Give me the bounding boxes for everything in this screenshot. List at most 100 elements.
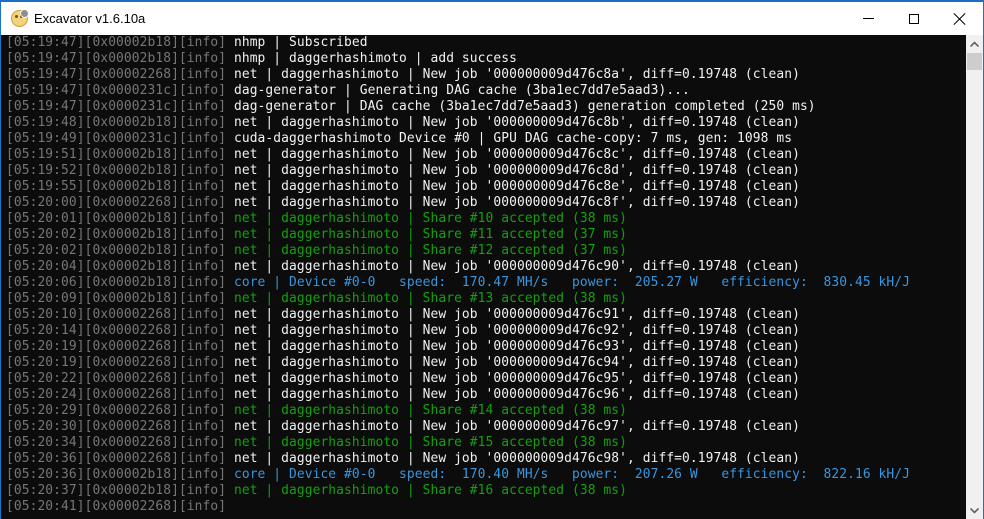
- log-message: net | daggerhashimoto | New job '0000000…: [226, 115, 800, 130]
- log-message: dag-generator | DAG cache (3ba1ec7dd7e5a…: [226, 99, 816, 114]
- log-line: [05:20:36][0x00002268][info] net | dagge…: [1, 451, 966, 467]
- log-line: [05:19:52][0x00002b18][info] net | dagge…: [1, 163, 966, 179]
- chevron-down-icon: [970, 507, 979, 514]
- window-title: Excavator v1.6.10a: [34, 11, 146, 26]
- log-prefix: [05:20:19][0x00002268][info]: [6, 339, 227, 354]
- log-line: [05:19:51][0x00002b18][info] net | dagge…: [1, 147, 966, 163]
- log-line: [05:20:29][0x00002268][info] net | dagge…: [1, 403, 966, 419]
- log-line: [05:20:02][0x00002b18][info] net | dagge…: [1, 227, 966, 243]
- log-message: net | daggerhashimoto | New job '0000000…: [226, 67, 800, 82]
- log-message: net | daggerhashimoto | New job '0000000…: [226, 371, 800, 386]
- log-line: [05:19:47][0x0000231c][info] dag-generat…: [1, 83, 966, 99]
- log-prefix: [05:20:04][0x00002b18][info]: [6, 259, 227, 274]
- log-message: nhmp | Subscribed: [226, 35, 368, 50]
- log-message: net | daggerhashimoto | New job '0000000…: [226, 387, 800, 402]
- log-message: net | daggerhashimoto | New job '0000000…: [226, 147, 800, 162]
- log-prefix: [05:20:29][0x00002268][info]: [6, 403, 227, 418]
- log-message: cuda-daggerhashimoto Device #0 | GPU DAG…: [226, 131, 793, 146]
- log-line: [05:19:47][0x00002268][info] net | dagge…: [1, 67, 966, 83]
- log-message: net | daggerhashimoto | New job '0000000…: [226, 451, 800, 466]
- log-line: [05:20:36][0x00002b18][info] core | Devi…: [1, 467, 966, 483]
- log-line: [05:19:55][0x00002b18][info] net | dagge…: [1, 179, 966, 195]
- log-line: [05:20:06][0x00002b18][info] core | Devi…: [1, 275, 966, 291]
- log-prefix: [05:20:41][0x00002268][info]: [6, 499, 227, 514]
- log-line: [05:20:34][0x00002268][info] net | dagge…: [1, 435, 966, 451]
- title-bar[interactable]: Excavator v1.6.10a: [1, 2, 983, 35]
- log-prefix: [05:20:37][0x00002b18][info]: [6, 483, 227, 498]
- log-message: net | daggerhashimoto | New job '0000000…: [226, 323, 800, 338]
- log-line: [05:19:47][0x0000231c][info] dag-generat…: [1, 99, 966, 115]
- log-line: [05:20:19][0x00002268][info] net | dagge…: [1, 355, 966, 371]
- close-button[interactable]: [937, 2, 983, 35]
- log-prefix: [05:19:47][0x00002b18][info]: [6, 35, 227, 50]
- log-prefix: [05:20:06][0x00002b18][info]: [6, 275, 227, 290]
- log-message: net | daggerhashimoto | New job '0000000…: [226, 355, 800, 370]
- log-line: [05:20:24][0x00002268][info] net | dagge…: [1, 387, 966, 403]
- log-prefix: [05:20:10][0x00002268][info]: [6, 307, 227, 322]
- log-message: nhmp | daggerhashimoto | add success: [226, 51, 517, 66]
- log-line: [05:19:47][0x00002b18][info] nhmp | dagg…: [1, 51, 966, 67]
- log-message: net | daggerhashimoto | Share #14 accept…: [226, 403, 628, 418]
- log-prefix: [05:19:48][0x00002b18][info]: [6, 115, 227, 130]
- console-output[interactable]: [05:19:47][0x00002b18][info] nhmp | Subs…: [1, 35, 966, 519]
- log-prefix: [05:20:00][0x00002268][info]: [6, 195, 227, 210]
- log-prefix: [05:19:47][0x0000231c][info]: [6, 83, 227, 98]
- log-line: [05:19:49][0x0000231c][info] cuda-dagger…: [1, 131, 966, 147]
- log-line: [05:20:10][0x00002268][info] net | dagge…: [1, 307, 966, 323]
- log-line: [05:20:01][0x00002b18][info] net | dagge…: [1, 211, 966, 227]
- log-prefix: [05:20:22][0x00002268][info]: [6, 371, 227, 386]
- log-prefix: [05:20:36][0x00002b18][info]: [6, 467, 227, 482]
- log-message: net | daggerhashimoto | New job '0000000…: [226, 259, 800, 274]
- log-message: net | daggerhashimoto | Share #13 accept…: [226, 291, 628, 306]
- log-line: [05:19:47][0x00002b18][info] nhmp | Subs…: [1, 35, 966, 51]
- log-message: net | daggerhashimoto | New job '0000000…: [226, 163, 800, 178]
- log-prefix: [05:20:01][0x00002b18][info]: [6, 211, 227, 226]
- scroll-down-button[interactable]: [966, 502, 983, 519]
- log-line: [05:20:04][0x00002b18][info] net | dagge…: [1, 259, 966, 275]
- log-message: net | daggerhashimoto | New job '0000000…: [226, 339, 800, 354]
- minimize-icon: [862, 18, 874, 19]
- log-line: [05:20:22][0x00002268][info] net | dagge…: [1, 371, 966, 387]
- log-prefix: [05:20:02][0x00002b18][info]: [6, 227, 227, 242]
- log-prefix: [05:19:52][0x00002b18][info]: [6, 163, 227, 178]
- log-prefix: [05:19:47][0x0000231c][info]: [6, 99, 227, 114]
- log-prefix: [05:20:34][0x00002268][info]: [6, 435, 227, 450]
- log-line: [05:20:00][0x00002268][info] net | dagge…: [1, 195, 966, 211]
- log-prefix: [05:19:49][0x0000231c][info]: [6, 131, 227, 146]
- log-prefix: [05:20:09][0x00002b18][info]: [6, 291, 227, 306]
- log-message: net | daggerhashimoto | Share #15 accept…: [226, 435, 628, 450]
- log-message: net | daggerhashimoto | Share #16 accept…: [226, 483, 628, 498]
- log-message: net | daggerhashimoto | Share #11 accept…: [226, 227, 628, 242]
- log-line: [05:20:09][0x00002b18][info] net | dagge…: [1, 291, 966, 307]
- maximize-icon: [909, 13, 919, 24]
- log-line: [05:20:30][0x00002268][info] net | dagge…: [1, 419, 966, 435]
- log-prefix: [05:20:19][0x00002268][info]: [6, 355, 227, 370]
- log-message: net | daggerhashimoto | New job '0000000…: [226, 195, 800, 210]
- console-window: Excavator v1.6.10a [05:19:47][0x00002b18…: [0, 0, 984, 519]
- log-line: [05:20:41][0x00002268][info]: [1, 499, 966, 515]
- scroll-up-button[interactable]: [966, 35, 983, 52]
- log-message: net | daggerhashimoto | New job '0000000…: [226, 419, 800, 434]
- log-message: core | Device #0-0 speed: 170.47 MH/s po…: [226, 275, 910, 290]
- log-message: dag-generator | Generating DAG cache (3b…: [226, 83, 690, 98]
- log-line: [05:20:37][0x00002b18][info] net | dagge…: [1, 483, 966, 499]
- log-prefix: [05:19:51][0x00002b18][info]: [6, 147, 227, 162]
- minimize-button[interactable]: [845, 2, 891, 35]
- log-line: [05:19:48][0x00002b18][info] net | dagge…: [1, 115, 966, 131]
- log-message: net | daggerhashimoto | Share #10 accept…: [226, 211, 628, 226]
- chevron-up-icon: [970, 40, 979, 47]
- log-message: net | daggerhashimoto | Share #12 accept…: [226, 243, 628, 258]
- log-prefix: [05:20:02][0x00002b18][info]: [6, 243, 227, 258]
- log-prefix: [05:19:47][0x00002268][info]: [6, 67, 227, 82]
- log-line: [05:20:14][0x00002268][info] net | dagge…: [1, 323, 966, 339]
- excavator-app-icon[interactable]: [11, 9, 29, 27]
- log-prefix: [05:20:24][0x00002268][info]: [6, 387, 227, 402]
- log-line: [05:20:02][0x00002b18][info] net | dagge…: [1, 243, 966, 259]
- log-message: core | Device #0-0 speed: 170.40 MH/s po…: [226, 467, 910, 482]
- scrollbar-thumb[interactable]: [967, 53, 982, 70]
- log-line: [05:20:19][0x00002268][info] net | dagge…: [1, 339, 966, 355]
- maximize-button[interactable]: [891, 2, 937, 35]
- log-message: net | daggerhashimoto | New job '0000000…: [226, 307, 800, 322]
- vertical-scrollbar[interactable]: [966, 35, 983, 519]
- log-prefix: [05:20:36][0x00002268][info]: [6, 451, 227, 466]
